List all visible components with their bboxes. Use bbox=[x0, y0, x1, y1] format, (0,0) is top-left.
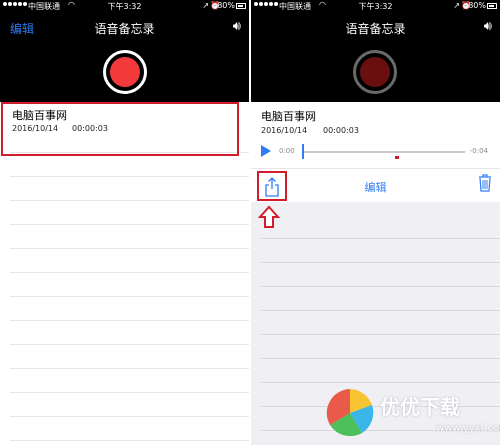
record-button[interactable] bbox=[353, 50, 397, 94]
battery-percent: 80% bbox=[468, 1, 486, 10]
edit-recording-button[interactable]: 编辑 bbox=[251, 179, 500, 195]
trash-icon[interactable] bbox=[478, 174, 492, 196]
nav-bar: 语音备忘录 🔊︎ bbox=[251, 18, 500, 38]
scrubber-track[interactable] bbox=[302, 151, 465, 153]
left-screen: 中国联通 ◠ 下午3:32 ↗⏰ 80% 编辑 语音备忘录 🔊︎ 电脑百事网 2… bbox=[0, 0, 249, 445]
arrow-up-icon bbox=[257, 205, 281, 233]
expanded-recording[interactable]: 电脑百事网 2016/10/14 00:00:03 0:00 -0:04 bbox=[251, 102, 500, 168]
status-bar: 中国联通 ◠ 下午3:32 ↗⏰ 80% bbox=[0, 0, 249, 14]
recording-name: 电脑百事网 bbox=[261, 110, 316, 123]
playhead-marker bbox=[395, 156, 399, 159]
recording-date: 2016/10/14 bbox=[261, 126, 308, 135]
status-bar: 中国联通 ◠ 下午3:32 ↗⏰ 80% bbox=[251, 0, 500, 14]
battery-icon bbox=[236, 3, 246, 9]
speaker-icon[interactable]: 🔊︎ bbox=[233, 19, 241, 34]
battery-percent: 80% bbox=[217, 1, 235, 10]
play-icon[interactable] bbox=[261, 145, 271, 157]
record-dot-icon bbox=[110, 57, 140, 87]
page-title: 语音备忘录 bbox=[94, 22, 155, 36]
record-button[interactable] bbox=[103, 50, 147, 94]
battery-icon bbox=[487, 3, 497, 9]
current-time: 0:00 bbox=[279, 147, 295, 155]
record-dot-icon bbox=[360, 57, 390, 87]
nav-bar: 编辑 语音备忘录 🔊︎ bbox=[0, 18, 249, 38]
page-title: 语音备忘录 bbox=[345, 22, 406, 36]
scrubber-handle[interactable] bbox=[302, 144, 304, 159]
highlight-box bbox=[1, 102, 239, 156]
watermark-text: 优优下载 bbox=[380, 395, 460, 419]
watermark-logo: 优优下载 www.yyxt.com bbox=[324, 385, 500, 445]
recording-duration: 00:00:03 bbox=[323, 126, 359, 135]
remaining-time: -0:04 bbox=[469, 147, 488, 155]
speaker-icon[interactable]: 🔊︎ bbox=[484, 19, 492, 34]
watermark-url: www.yyxt.com bbox=[436, 423, 500, 434]
right-screen: 中国联通 ◠ 下午3:32 ↗⏰ 80% 语音备忘录 🔊︎ 电脑百事网 2016… bbox=[251, 0, 500, 445]
logo-icon bbox=[326, 389, 374, 437]
recording-toolbar: 编辑 bbox=[251, 168, 500, 202]
